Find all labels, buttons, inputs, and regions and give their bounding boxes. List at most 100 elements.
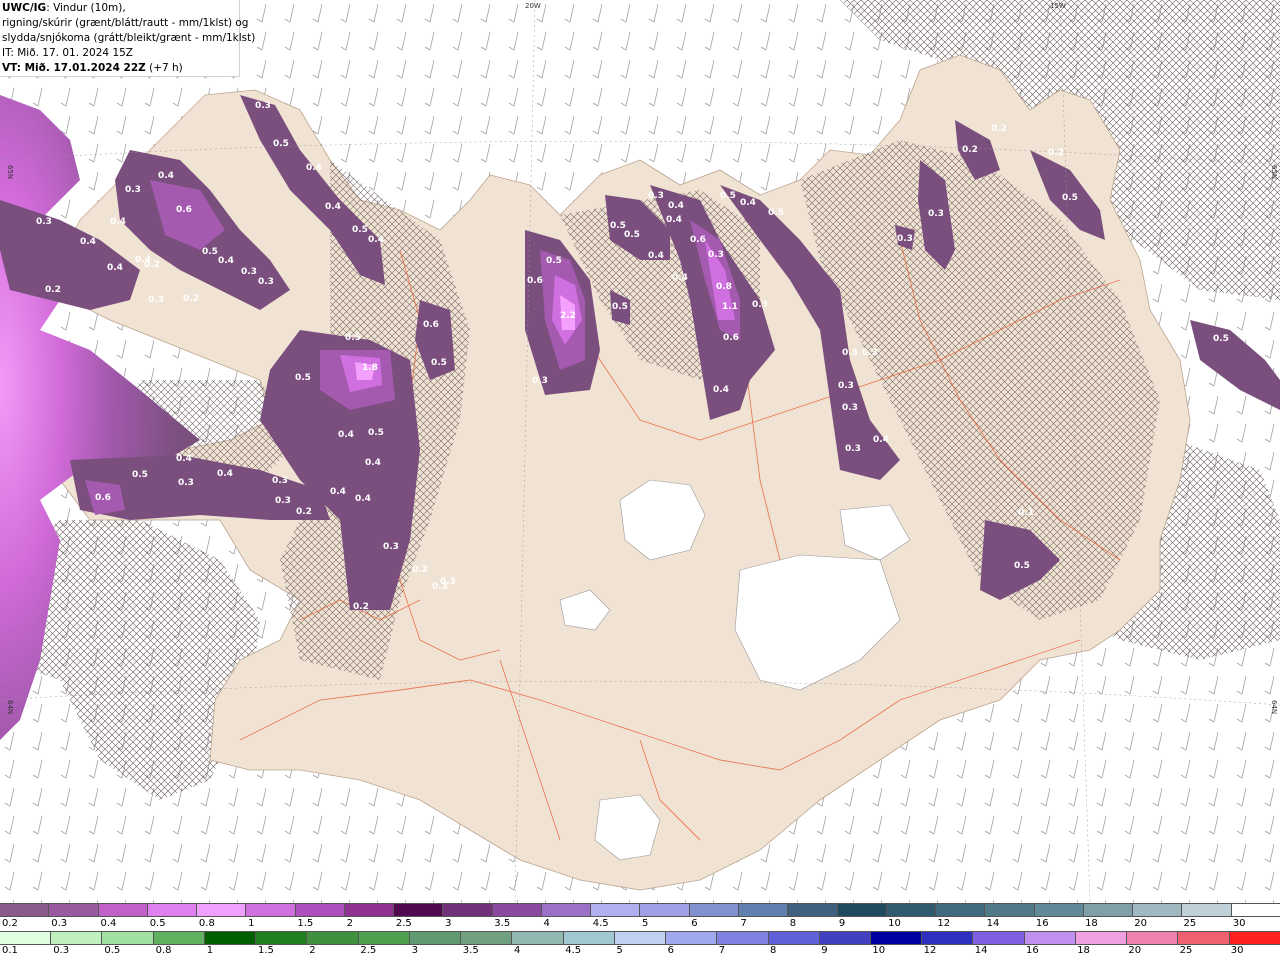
precip-value: 0.5 bbox=[132, 470, 148, 480]
snow-scale-label: 3.5 bbox=[494, 918, 511, 929]
rain-scale-swatch bbox=[409, 932, 462, 944]
precip-value: 0.6 bbox=[723, 333, 739, 343]
lat-label-64n-left: 64N bbox=[6, 700, 14, 714]
rain-scale-label: 1.5 bbox=[258, 945, 274, 956]
precip-value: 0.3 bbox=[532, 376, 548, 386]
precip-value: 0.3 bbox=[708, 250, 724, 260]
rain-scale-swatch bbox=[204, 932, 257, 944]
precip-value: 0.4 bbox=[713, 385, 729, 395]
precip-value: 0.3 bbox=[275, 496, 291, 506]
lat-label-65n-left: 65N bbox=[6, 165, 14, 179]
lon-label-15w: 15W bbox=[1050, 2, 1066, 10]
snow-scale-swatch bbox=[985, 904, 1035, 916]
snow-scale-label: 3 bbox=[445, 918, 452, 929]
rain-scale-swatch bbox=[1075, 932, 1128, 944]
rain-scale-label: 3.5 bbox=[462, 945, 479, 956]
rain-scale-label: 1 bbox=[206, 945, 214, 956]
rain-scale-swatch bbox=[1178, 932, 1230, 944]
precip-value: 0.3 bbox=[928, 209, 944, 219]
rain-scale-label: 5 bbox=[616, 945, 623, 956]
precip-value: 0.4 bbox=[107, 263, 123, 273]
precip-value: 0.2 bbox=[1048, 148, 1064, 158]
precip-value: 0.3 bbox=[255, 101, 271, 111]
snow-scale-swatch bbox=[591, 904, 641, 916]
snow-scale-swatch bbox=[98, 904, 148, 916]
rain-scale-label: 9 bbox=[821, 945, 828, 956]
precip-value: 0.3 bbox=[648, 191, 664, 201]
precip-value: 0.5 bbox=[273, 139, 289, 149]
rain-scale-swatch bbox=[512, 932, 564, 944]
rain-scale-swatch bbox=[666, 932, 718, 944]
precip-value: 0.5 bbox=[546, 256, 562, 266]
rain-scale-label: 0.5 bbox=[104, 945, 121, 956]
precip-value: 0.3 bbox=[125, 185, 141, 195]
snow-scale-label: 10 bbox=[888, 918, 901, 929]
rain-scale-swatch bbox=[973, 932, 1025, 944]
precip-value: 0.2 bbox=[962, 145, 978, 155]
rain-scale-label: 0.1 bbox=[2, 945, 18, 956]
snow-scale-swatch bbox=[295, 904, 345, 916]
snow-scale-swatch bbox=[1182, 904, 1232, 916]
rain-scale-swatch bbox=[1127, 932, 1179, 944]
snow-scale-label: 8 bbox=[789, 918, 797, 929]
snow-scale-label: 25 bbox=[1183, 918, 1197, 929]
snow-scale-label: 1.5 bbox=[297, 918, 314, 929]
snow-scale-label: 6 bbox=[691, 918, 698, 929]
precip-value: 0.4 bbox=[672, 273, 688, 283]
precip-value: 0.3 bbox=[845, 444, 861, 454]
rain-scale-swatch bbox=[717, 932, 769, 944]
precip-value: 0.3 bbox=[383, 542, 399, 552]
lat-label-65n-right: 65N bbox=[1270, 165, 1278, 179]
precip-value: 0.5 bbox=[202, 247, 218, 257]
precip-value: 0.4 bbox=[218, 256, 234, 266]
precip-value: 0.3 bbox=[752, 300, 768, 310]
rain-scale-swatch bbox=[870, 932, 923, 944]
precip-value: 0.4 bbox=[217, 469, 233, 479]
snow-scale-label: 2 bbox=[346, 918, 353, 929]
title-line-3: slydda/snjókoma (grátt/bleikt/grænt - mm… bbox=[2, 32, 256, 44]
precip-value: 0.3 bbox=[440, 577, 456, 587]
precip-value: 0.4 bbox=[873, 435, 889, 445]
snow-scale-swatch bbox=[1231, 904, 1280, 916]
snow-scale-swatch bbox=[788, 904, 838, 916]
rain-scale-label: 30 bbox=[1230, 945, 1244, 956]
snow-scale-swatch bbox=[1083, 904, 1134, 916]
precip-value: 0.3 bbox=[95, 325, 111, 335]
rain-scale-label: 18 bbox=[1077, 945, 1090, 956]
precip-value: 0.5 bbox=[431, 358, 447, 368]
precip-value: 0.5 bbox=[368, 428, 384, 438]
precip-value: 0.6 bbox=[95, 493, 111, 503]
snow-scale-swatch bbox=[443, 904, 493, 916]
precip-value: 0.6 bbox=[423, 320, 439, 330]
snow-scale-label: 1 bbox=[248, 918, 255, 929]
precip-value: 0.4 bbox=[668, 201, 684, 211]
snow-scale-swatch bbox=[689, 904, 739, 916]
precip-value: 0.5 bbox=[720, 191, 736, 201]
precip-value: 0.3 bbox=[838, 381, 854, 391]
precip-value: 0.4 bbox=[325, 202, 341, 212]
precip-value: 0.4 bbox=[80, 237, 96, 247]
snow-scale-labels: 0.2 0.3 0.4 0.5 0.8 1 1.5 2 2.5 3 3.5 4 4.5 5 6 7 8 9 10 12… bbox=[0, 918, 1280, 932]
snow-scale-label: 14 bbox=[986, 918, 1000, 929]
precip-value: 0.4 bbox=[330, 487, 346, 497]
title-desc: : Vindur (10m), bbox=[46, 2, 126, 14]
snow-scale-label: 0.2 bbox=[2, 918, 18, 929]
precip-value: 0.6 bbox=[690, 235, 706, 245]
rain-scale-swatch bbox=[819, 932, 871, 944]
precip-value: 0.5 bbox=[1062, 193, 1078, 203]
precip-value: 0.2 bbox=[991, 124, 1007, 134]
snow-scale-swatch bbox=[49, 904, 99, 916]
precip-value: 0.2 bbox=[183, 294, 199, 304]
rain-scale-label: 4 bbox=[514, 945, 521, 956]
snow-scale-label: 2.5 bbox=[395, 918, 412, 929]
rain-scale-label: 7 bbox=[718, 945, 726, 956]
precip-value: 0.5 bbox=[624, 230, 640, 240]
weather-map[interactable]: 20W 15W 65N 65N 64N 64N 0.3 0.5 0.4 0.4 … bbox=[0, 0, 1280, 903]
precip-value: 0.3 bbox=[258, 277, 274, 287]
rain-scale-label: 20 bbox=[1128, 945, 1142, 956]
precip-value: 0.5 bbox=[1014, 561, 1030, 571]
precip-value: 0.3 bbox=[842, 403, 858, 413]
snow-scale-swatch bbox=[738, 904, 789, 916]
precip-value: 0.4 bbox=[666, 215, 682, 225]
precip-value: 0.3 bbox=[862, 348, 878, 358]
